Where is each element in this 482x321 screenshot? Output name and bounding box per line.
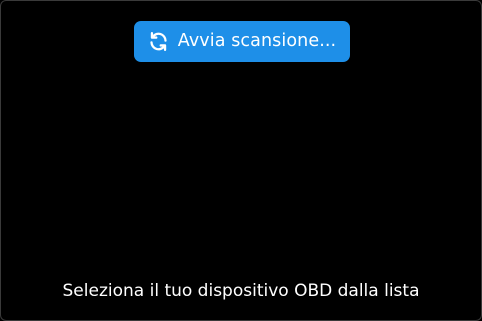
app-window: Avvia scansione... Seleziona il tuo disp… [0, 0, 482, 321]
start-scan-button[interactable]: Avvia scansione... [134, 21, 350, 62]
device-instruction-text: Seleziona il tuo dispositivo OBD dalla l… [62, 281, 420, 301]
start-scan-label: Avvia scansione... [177, 30, 337, 51]
refresh-icon [148, 31, 169, 52]
